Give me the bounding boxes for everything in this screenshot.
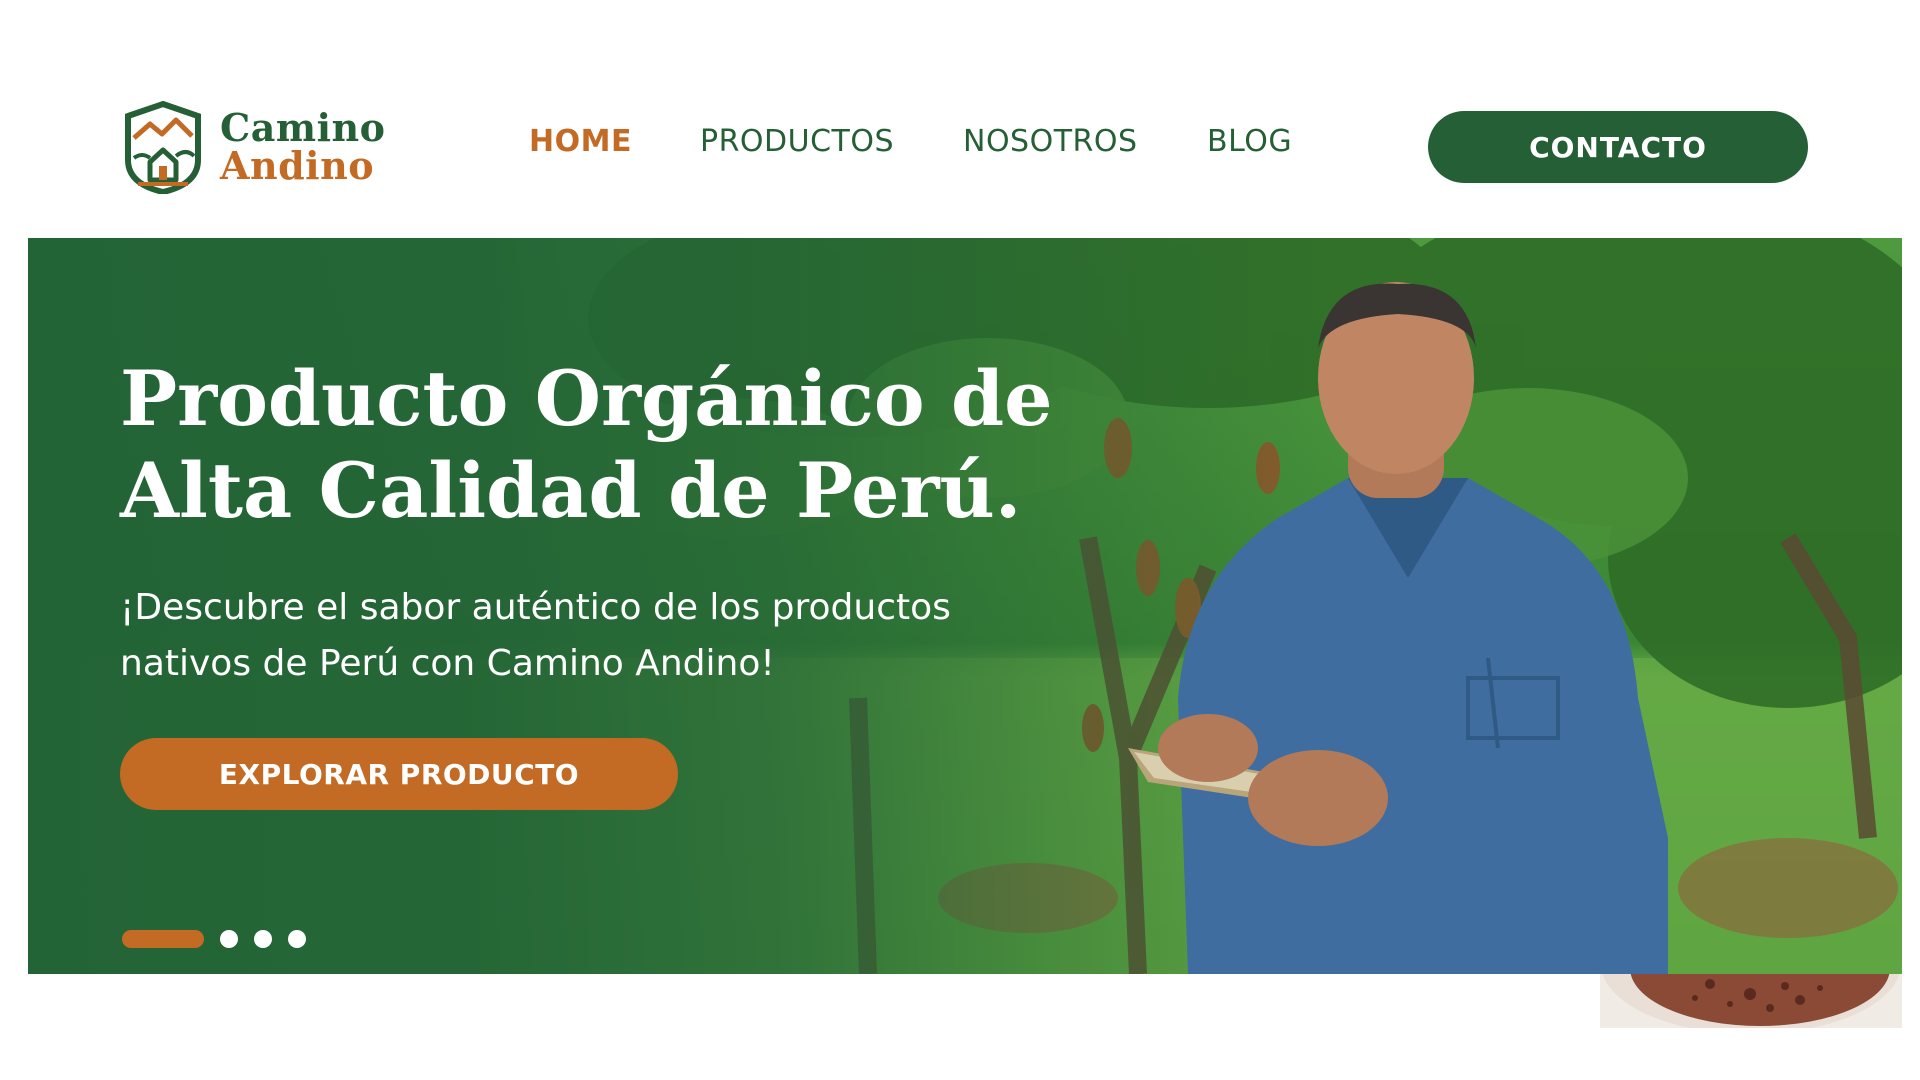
- nav-item-nosotros[interactable]: NOSOTROS: [963, 124, 1138, 159]
- hero-banner: Producto Orgánico de Alta Calidad de Per…: [28, 238, 1902, 974]
- hero-subtitle-line2: nativos de Perú con Camino Andino!: [120, 643, 775, 684]
- brand-logo[interactable]: Camino Andino: [120, 100, 385, 194]
- slider-dot-2[interactable]: [220, 930, 238, 948]
- hero-subtitle-line1: ¡Descubre el sabor auténtico de los prod…: [120, 587, 951, 628]
- brand-name-line2: Andino: [220, 143, 375, 188]
- nav-item-home[interactable]: HOME: [529, 124, 632, 159]
- hero-title-line1: Producto Orgánico de: [120, 354, 1053, 443]
- mountain-house-logo-icon: [125, 100, 201, 194]
- slider-dot-1[interactable]: [122, 930, 204, 948]
- nav-item-blog[interactable]: BLOG: [1207, 124, 1292, 159]
- explore-product-button[interactable]: EXPLORAR PRODUCTO: [120, 738, 678, 810]
- nav-item-productos[interactable]: PRODUCTOS: [700, 124, 894, 159]
- slider-dot-4[interactable]: [288, 930, 306, 948]
- brand-name-line1: Camino: [220, 105, 386, 150]
- hero-subtitle: ¡Descubre el sabor auténtico de los prod…: [120, 580, 1080, 692]
- farmer-with-tablet-photo: [1128, 282, 1668, 974]
- hero-title-line2: Alta Calidad de Perú.: [120, 446, 1022, 535]
- contact-button[interactable]: CONTACTO: [1428, 111, 1808, 183]
- slider-pagination: [122, 930, 306, 948]
- hero-title: Producto Orgánico de Alta Calidad de Per…: [120, 353, 1120, 537]
- cocoa-drink-photo: [1600, 974, 1902, 1028]
- slider-dot-3[interactable]: [254, 930, 272, 948]
- page: Camino Andino HOME PRODUCTOS NOSOTROS BL…: [0, 0, 1920, 1080]
- brand-name: Camino Andino: [220, 109, 385, 185]
